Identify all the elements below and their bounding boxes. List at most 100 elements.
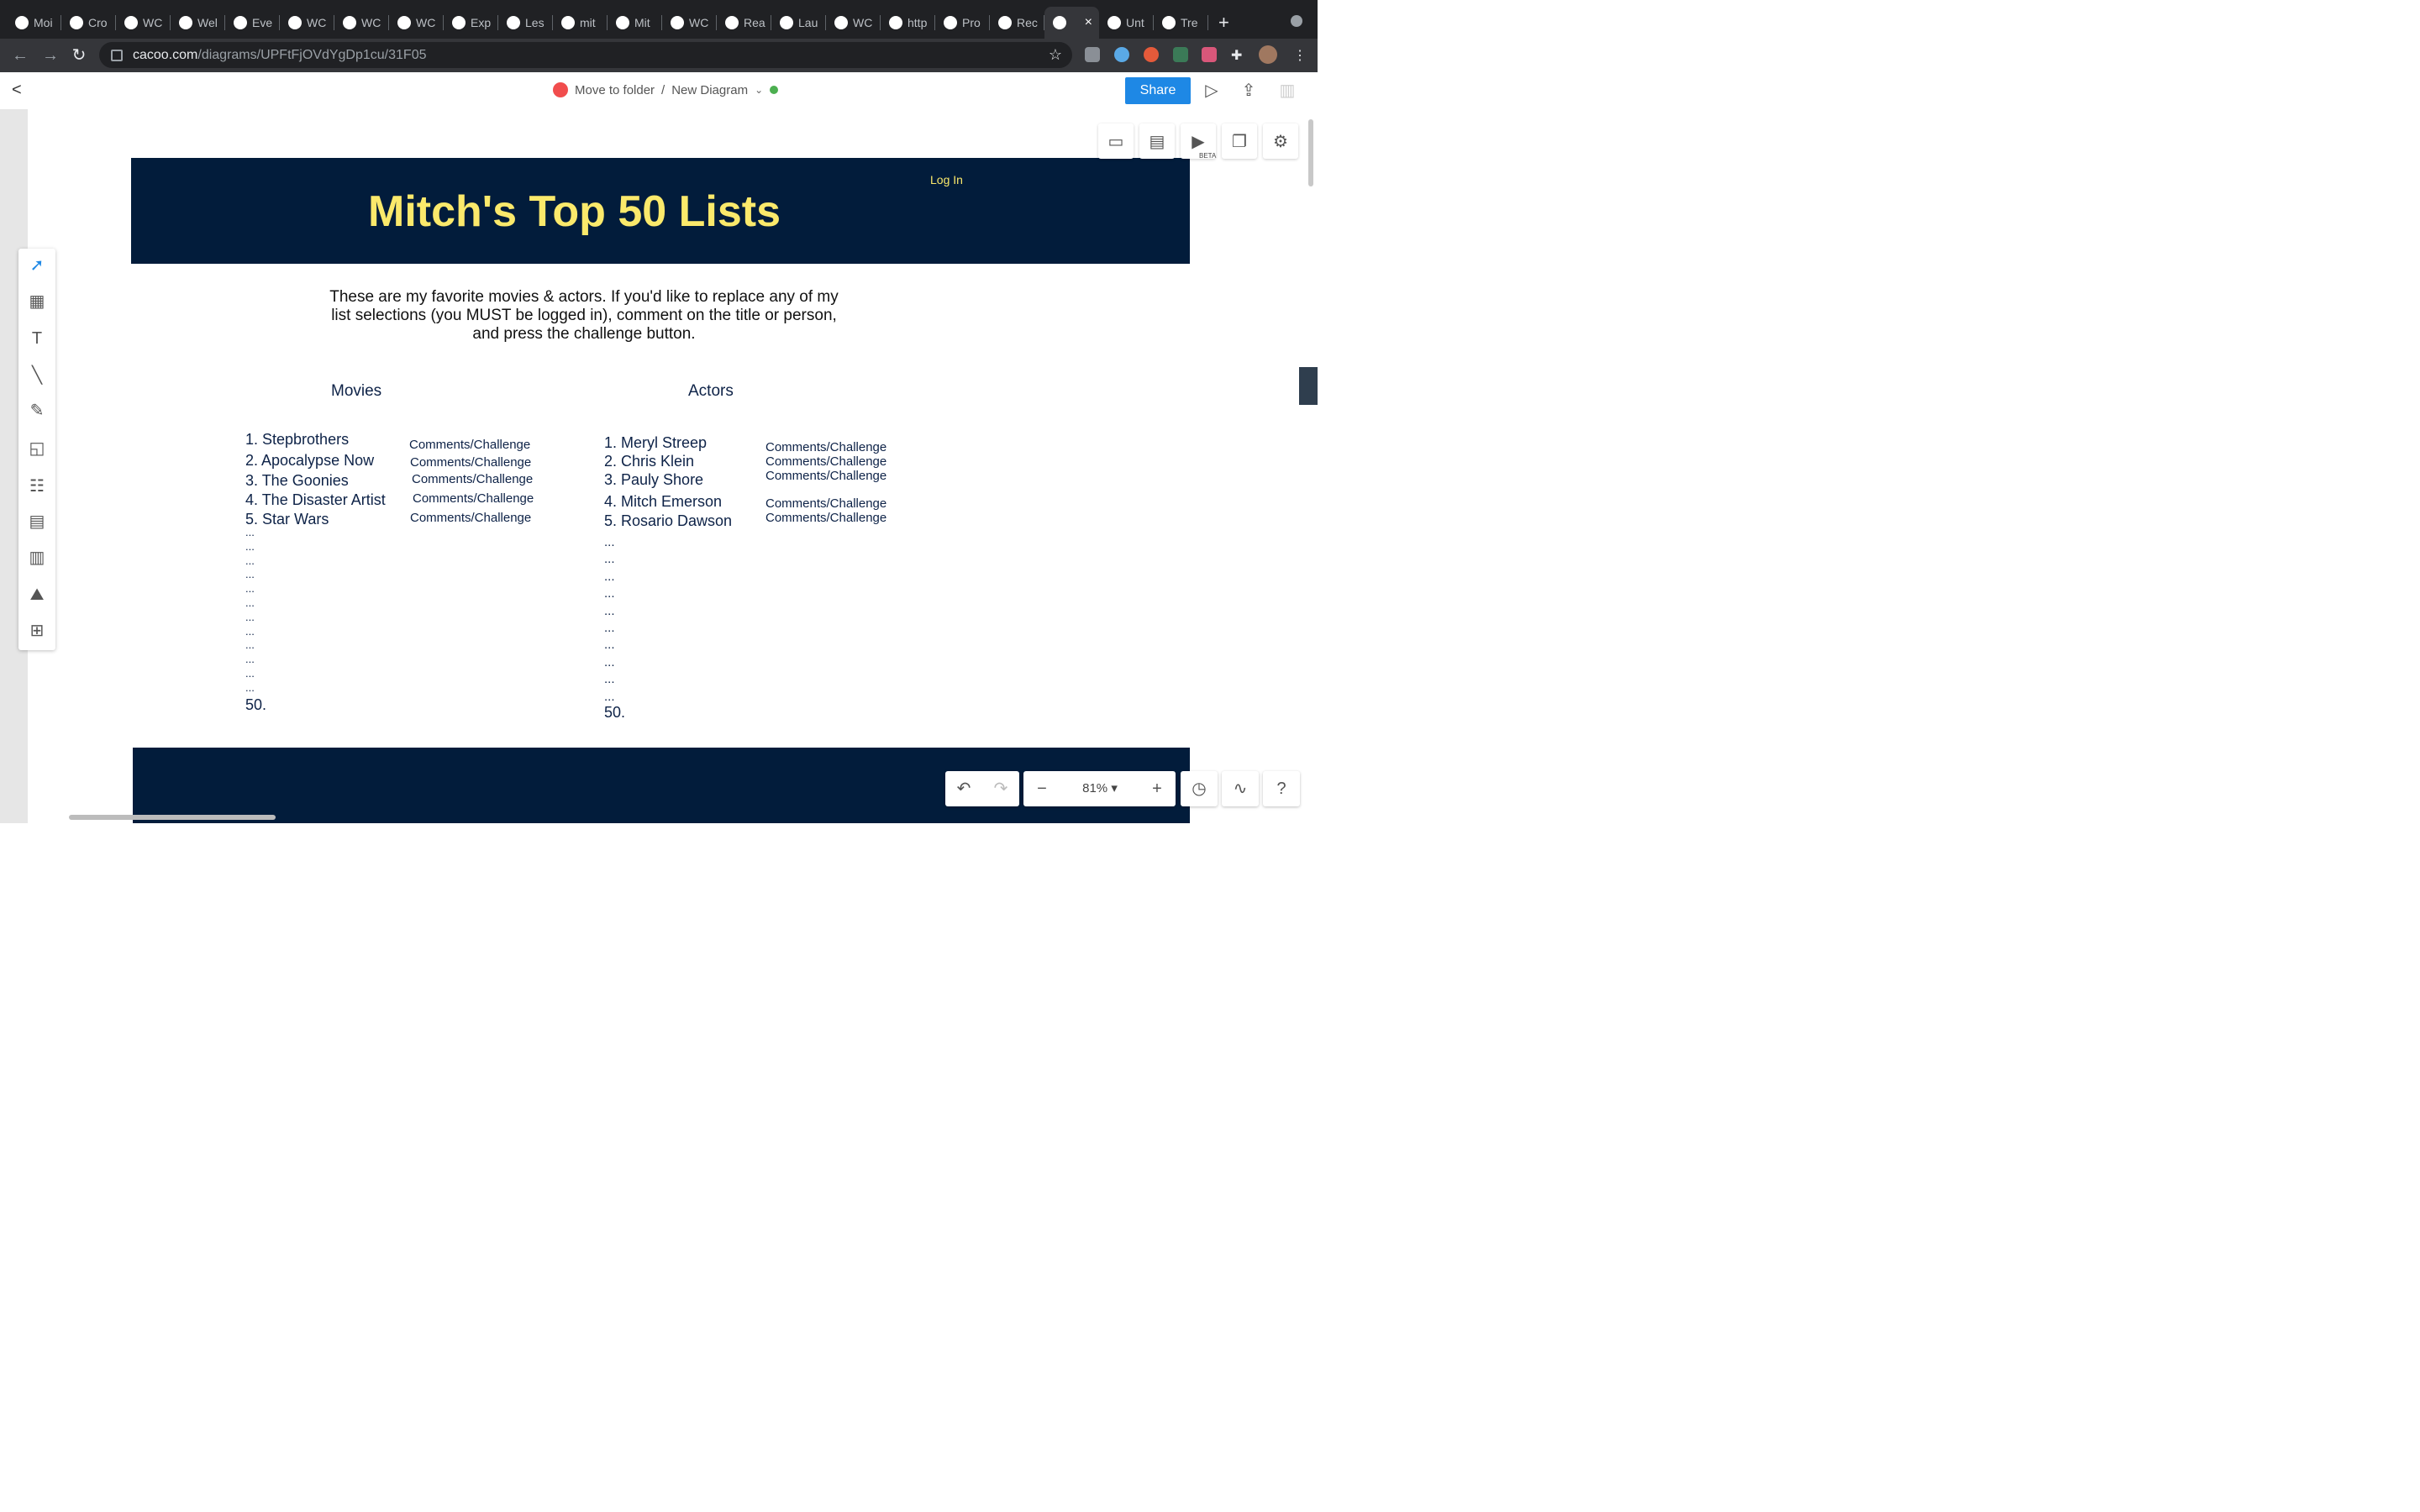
bookmark-star-icon[interactable]: ☆: [1049, 46, 1062, 64]
browser-tab[interactable]: WC: [389, 7, 444, 39]
browser-tab[interactable]: Rec: [990, 7, 1044, 39]
history-icon[interactable]: ◷: [1181, 771, 1218, 806]
extension-icon[interactable]: [1085, 47, 1100, 62]
actor-item[interactable]: 2. Chris Klein: [604, 453, 694, 470]
extension-icon[interactable]: [1144, 47, 1159, 62]
actor-challenge-link[interactable]: Comments/Challenge: [765, 454, 886, 469]
back-chevron-icon[interactable]: <: [12, 81, 22, 100]
extension-icon[interactable]: [1202, 47, 1217, 62]
text-tool-icon[interactable]: T: [27, 328, 47, 349]
browser-tab[interactable]: Rea: [717, 7, 771, 39]
actor-challenge-link[interactable]: Comments/Challenge: [765, 440, 886, 454]
movie-ellipsis-column[interactable]: ... ... ... ... ... ... ... ... ... ... …: [245, 526, 255, 696]
browser-tab[interactable]: Lau: [771, 7, 826, 39]
browser-tab[interactable]: Unt: [1099, 7, 1154, 39]
add-comment-icon[interactable]: ⊞: [27, 621, 47, 641]
table-icon[interactable]: ☷: [27, 476, 47, 496]
actor-item[interactable]: 1. Meryl Streep: [604, 434, 707, 452]
panel-layout-icon[interactable]: ▥: [1277, 81, 1297, 101]
actor-item[interactable]: 4. Mitch Emerson: [604, 493, 722, 511]
movie-challenge-link[interactable]: Comments/Challenge: [410, 511, 531, 525]
movie-item[interactable]: 4. The Disaster Artist: [245, 491, 386, 509]
actor-challenge-link[interactable]: Comments/Challenge: [765, 469, 886, 483]
share-button[interactable]: Share: [1125, 77, 1191, 104]
browser-tab[interactable]: Exp: [444, 7, 498, 39]
browser-tab[interactable]: WC: [334, 7, 389, 39]
select-pointer-icon[interactable]: ➚: [27, 255, 47, 276]
side-panel-tab[interactable]: [1299, 367, 1318, 405]
browser-tab[interactable]: Pro: [935, 7, 990, 39]
gear-icon[interactable]: ⚙: [1263, 123, 1298, 159]
actor-ellipsis-column[interactable]: ... ... ... ... ... ... ... ... ... ...: [604, 534, 615, 706]
browser-tab[interactable]: Les: [498, 7, 553, 39]
reload-icon[interactable]: ↻: [69, 45, 89, 66]
browser-tab[interactable]: Tre: [1154, 7, 1208, 39]
close-tab-icon[interactable]: ×: [1085, 15, 1092, 30]
intro-text[interactable]: These are my favorite movies & actors. I…: [319, 288, 849, 344]
pages-icon[interactable]: ❐: [1222, 123, 1257, 159]
tab-search-icon[interactable]: [1291, 15, 1302, 27]
movie-challenge-link[interactable]: Comments/Challenge: [413, 491, 534, 506]
browser-tab[interactable]: Wel: [171, 7, 225, 39]
line-tool-icon[interactable]: ╲: [27, 365, 47, 386]
puzzle-extensions-icon[interactable]: ✚: [1231, 47, 1246, 63]
extension-icon[interactable]: [1173, 47, 1188, 62]
vertical-scrollbar[interactable]: [1308, 119, 1313, 186]
actor-item-50[interactable]: 50.: [604, 704, 625, 722]
browser-tab[interactable]: Cro: [61, 7, 116, 39]
browser-tab[interactable]: Moi: [7, 7, 61, 39]
horizontal-scrollbar[interactable]: [69, 815, 276, 820]
diagram-header-banner[interactable]: Mitch's Top 50 Lists Log In: [131, 158, 1190, 264]
movie-challenge-link[interactable]: Comments/Challenge: [412, 472, 533, 486]
comment-icon[interactable]: ▤: [1139, 123, 1175, 159]
movies-heading[interactable]: Movies: [331, 382, 381, 401]
actor-item[interactable]: 5. Rosario Dawson: [604, 512, 732, 530]
browser-tab[interactable]: WC: [116, 7, 171, 39]
page-title[interactable]: Mitch's Top 50 Lists: [368, 186, 781, 237]
image-icon[interactable]: ⛰: [27, 585, 47, 605]
redo-icon[interactable]: ↷: [982, 771, 1019, 806]
page-icon[interactable]: ▭: [1098, 123, 1134, 159]
browser-tab[interactable]: ×: [1044, 7, 1099, 39]
forward-arrow-icon[interactable]: →: [40, 45, 60, 66]
back-arrow-icon[interactable]: ←: [10, 45, 30, 66]
login-link[interactable]: Log In: [930, 173, 963, 186]
zoom-level-select[interactable]: 81% ▾: [1062, 771, 1138, 806]
movie-item[interactable]: 3. The Goonies: [245, 472, 349, 490]
browser-tab[interactable]: Eve: [225, 7, 280, 39]
activity-icon[interactable]: ∿: [1222, 771, 1259, 806]
actor-challenge-link[interactable]: Comments/Challenge: [765, 511, 886, 525]
movie-item[interactable]: 2. Apocalypse Now: [245, 452, 374, 470]
browser-tab[interactable]: WC: [662, 7, 717, 39]
help-icon[interactable]: ?: [1263, 771, 1300, 806]
browser-tab[interactable]: mit: [553, 7, 608, 39]
address-bar[interactable]: cacoo.com/diagrams/UPFtFjOVdYgDp1cu/31F0…: [99, 42, 1072, 68]
movie-item-50[interactable]: 50.: [245, 696, 266, 714]
browser-menu-icon[interactable]: ⋮: [1292, 47, 1307, 63]
chevron-down-icon[interactable]: ⌄: [755, 84, 763, 96]
browser-tab[interactable]: http: [881, 7, 935, 39]
movie-challenge-link[interactable]: Comments/Challenge: [410, 455, 531, 470]
zoom-out-button[interactable]: −: [1023, 771, 1060, 806]
extension-icon[interactable]: [1114, 47, 1129, 62]
undo-icon[interactable]: ↶: [945, 771, 982, 806]
sticky-note-icon[interactable]: ◱: [27, 438, 47, 459]
actor-item[interactable]: 3. Pauly Shore: [604, 471, 703, 489]
movie-item[interactable]: 1. Stepbrothers: [245, 431, 349, 449]
diagram-name[interactable]: New Diagram: [671, 83, 748, 97]
browser-tab[interactable]: WC: [280, 7, 334, 39]
browser-tab[interactable]: Mit: [608, 7, 662, 39]
avatar[interactable]: [1259, 45, 1277, 64]
pen-tool-icon[interactable]: ✎: [27, 401, 47, 421]
actors-heading[interactable]: Actors: [688, 382, 734, 401]
move-to-folder-link[interactable]: Move to folder: [575, 83, 655, 97]
actor-challenge-link[interactable]: Comments/Challenge: [765, 496, 886, 511]
new-tab-button[interactable]: +: [1218, 12, 1229, 34]
shapes-icon[interactable]: ▦: [27, 291, 47, 312]
movie-challenge-link[interactable]: Comments/Challenge: [409, 438, 530, 452]
export-icon[interactable]: ⇪: [1239, 81, 1259, 101]
chart-icon[interactable]: ▥: [27, 548, 47, 568]
template-icon[interactable]: ▤: [27, 512, 47, 532]
browser-tab[interactable]: WC: [826, 7, 881, 39]
movie-item[interactable]: 5. Star Wars: [245, 511, 329, 528]
